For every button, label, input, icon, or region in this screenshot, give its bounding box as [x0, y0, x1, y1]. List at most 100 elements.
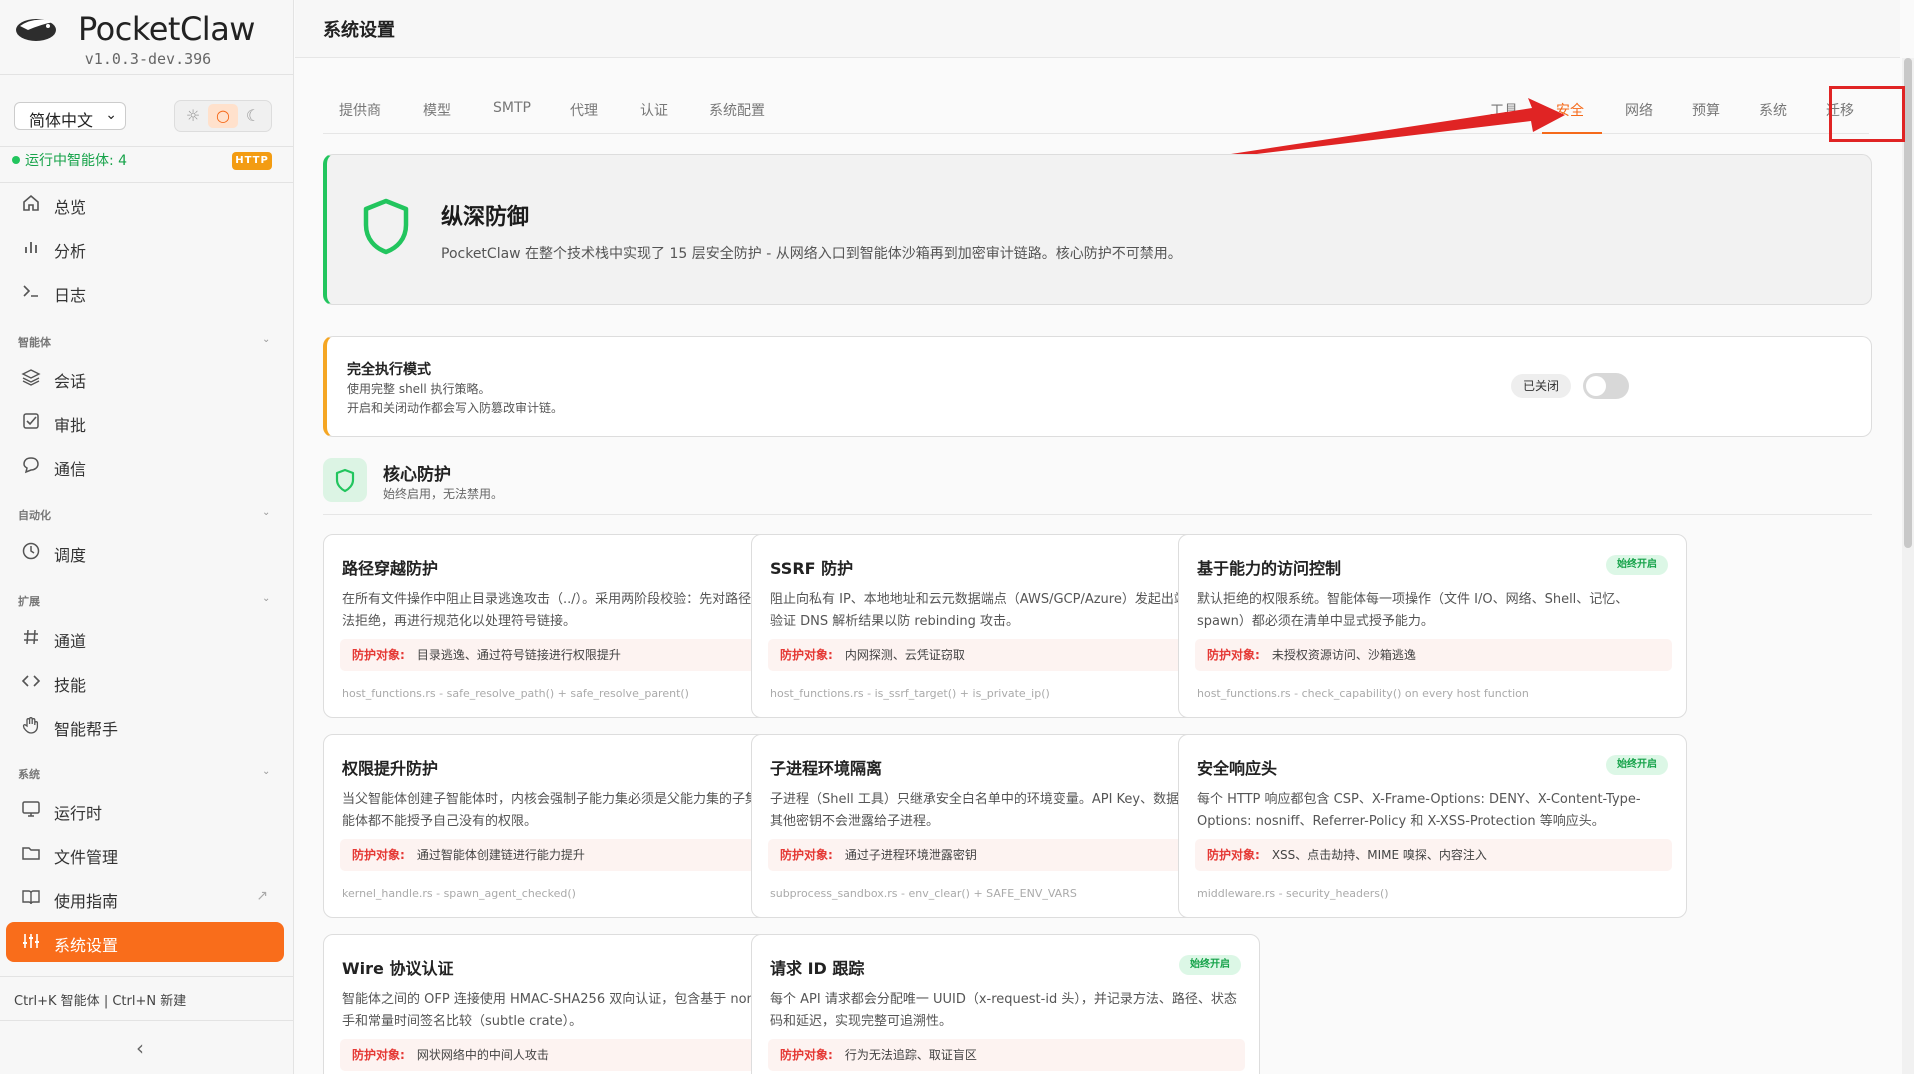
nav-item-channels[interactable]: 通道: [6, 618, 284, 658]
annotation-highlight-box: [1829, 86, 1905, 142]
card-source: subprocess_sandbox.rs - env_clear() + SA…: [770, 887, 1077, 900]
full-exec-toggle[interactable]: [1583, 373, 1629, 399]
home-icon: [20, 193, 42, 215]
shortcut-hint: Ctrl+K 智能体 | Ctrl+N 新建: [14, 994, 187, 1009]
nav-item-settings[interactable]: 系统设置: [6, 922, 284, 962]
theme-system-icon[interactable]: ○: [208, 104, 238, 128]
chevron-down-icon[interactable]: ⌄: [262, 593, 270, 604]
tab-budget[interactable]: 预算: [1692, 100, 1720, 120]
tab-auth[interactable]: 认证: [640, 100, 668, 120]
nav-item-files[interactable]: 文件管理: [6, 834, 284, 874]
bar-chart-icon: [20, 237, 42, 259]
section-title-extensions[interactable]: 扩展: [18, 593, 40, 609]
theme-light-icon[interactable]: ☼: [178, 104, 208, 128]
banner-description: PocketClaw 在整个技术栈中实现了 15 层安全防护 - 从网络入口到智…: [441, 246, 1182, 262]
chevron-down-icon[interactable]: ⌄: [262, 766, 270, 777]
card-title: 路径穿越防护: [342, 559, 439, 578]
protects-against: 防护对象: 内网探测、云凭证窃取: [768, 639, 1245, 671]
card-description: 每个 API 请求都会分配唯一 UUID（x-request-id 头），并记录…: [770, 992, 1237, 1029]
card-description: 阻止向私有 IP、本地地址和云元数据端点（AWS/GCP/Azure）发起出站请…: [770, 592, 1239, 629]
card-title: 子进程环境隔离: [770, 759, 883, 778]
protects-label: 防护对象:: [352, 848, 405, 862]
tab-providers[interactable]: 提供商: [339, 100, 381, 120]
brand[interactable]: PocketClaw v1.0.3-dev.396: [12, 8, 282, 68]
card-title: Wire 协议认证: [342, 959, 454, 978]
divider: [0, 182, 294, 183]
section-title-system[interactable]: 系统: [18, 766, 40, 782]
sidebar: PocketClaw v1.0.3-dev.396 简体中文 ⌄ ☼ ○ ☾ 运行…: [0, 0, 294, 1074]
theme-dark-icon[interactable]: ☾: [238, 104, 268, 128]
card-description: 在所有文件操作中阻止目录逃逸攻击（../）。采用两阶段校验：先对路径组件做语法拒…: [342, 592, 804, 629]
tab-proxy[interactable]: 代理: [570, 100, 598, 120]
claw-logo-icon: [16, 19, 56, 41]
tab-network[interactable]: 网络: [1625, 100, 1653, 120]
nav-item-overview[interactable]: 总览: [6, 184, 284, 224]
toggle-knob: [1586, 376, 1606, 396]
nav-item-sessions[interactable]: 会话: [6, 358, 284, 398]
book-icon: [20, 887, 42, 909]
brand-name: PocketClaw: [78, 10, 255, 48]
nav-label: 日志: [54, 286, 87, 305]
nav-label: 审批: [54, 416, 87, 435]
running-agents-label: 运行中智能体: 4: [25, 153, 128, 169]
nav-item-scheduler[interactable]: 调度: [6, 532, 284, 572]
tab-models[interactable]: 模型: [423, 100, 451, 120]
theme-switcher: ☼ ○ ☾: [174, 100, 272, 132]
card-description: 默认拒绝的权限系统。智能体每一项操作（文件 I/O、网络、Shell、记忆、sp…: [1197, 592, 1629, 629]
section-title-agents[interactable]: 智能体: [18, 334, 51, 350]
protects-label: 防护对象:: [1207, 648, 1260, 662]
chevron-down-icon: ⌄: [105, 107, 117, 123]
card-description: 智能体之间的 OFP 连接使用 HMAC-SHA256 双向认证，包含基于 no…: [342, 992, 801, 1029]
nav-item-logs[interactable]: 日志: [6, 272, 284, 312]
nav-label: 总览: [54, 198, 87, 217]
protects-value: 未授权资源访问、沙箱逃逸: [1271, 648, 1416, 662]
main-content: 系统设置 提供商 模型 SMTP 代理 认证 系统配置 工具 安全 网络 预算 …: [295, 0, 1914, 1074]
tab-security[interactable]: 安全: [1556, 100, 1584, 120]
language-select[interactable]: 简体中文 ⌄: [14, 102, 126, 130]
card-title: 权限提升防护: [342, 759, 439, 778]
full-exec-title: 完全执行模式: [347, 362, 431, 378]
nav-label: 使用指南: [54, 892, 119, 911]
tab-tools[interactable]: 工具: [1490, 100, 1518, 120]
nav-item-guide[interactable]: 使用指南 ↗: [6, 878, 284, 918]
divider: [323, 514, 1872, 515]
active-tab-indicator: [1542, 132, 1602, 134]
tab-smtp[interactable]: SMTP: [493, 100, 531, 116]
protects-value: 目录逃逸、通过符号链接进行权限提升: [416, 648, 621, 662]
code-icon: [20, 671, 42, 693]
card-source: host_functions.rs - is_ssrf_target() + i…: [770, 687, 1050, 700]
status-badge: 已关闭: [1511, 374, 1571, 398]
card-title: SSRF 防护: [770, 559, 854, 578]
protects-label: 防护对象:: [1207, 848, 1260, 862]
protects-value: 内网探测、云凭证窃取: [844, 648, 965, 662]
nav-item-skills[interactable]: 技能: [6, 662, 284, 702]
http-badge: HTTP: [232, 152, 272, 170]
nav-label: 系统设置: [54, 936, 119, 955]
scrollbar-thumb[interactable]: [1904, 58, 1912, 548]
nav-label: 调度: [54, 546, 87, 565]
nav-item-runtime[interactable]: 运行时: [6, 790, 284, 830]
status-dot-icon: [12, 156, 20, 164]
full-exec-mode-panel: 完全执行模式 使用完整 shell 执行策略。 开启和关闭动作都会写入防篡改审计…: [323, 336, 1872, 437]
nav-item-assistant[interactable]: 智能帮手: [6, 706, 284, 746]
nav-item-approvals[interactable]: 审批: [6, 402, 284, 442]
nav-item-comms[interactable]: 通信: [6, 446, 284, 486]
hash-icon: [20, 627, 42, 649]
chat-bubble-icon: [20, 455, 42, 477]
check-square-icon: [20, 411, 42, 433]
chevron-down-icon[interactable]: ⌄: [262, 334, 270, 345]
nav-label: 会话: [54, 372, 87, 391]
protects-label: 防护对象:: [780, 1048, 833, 1062]
chevron-down-icon[interactable]: ⌄: [262, 507, 270, 518]
tab-system[interactable]: 系统: [1759, 100, 1787, 120]
tab-system-config[interactable]: 系统配置: [709, 100, 765, 120]
collapse-sidebar-button[interactable]: ‹: [136, 1036, 144, 1060]
settings-tabs: 提供商 模型 SMTP 代理 认证 系统配置 工具 安全 网络 预算 系统 迁移: [323, 90, 1869, 134]
card-title: 基于能力的访问控制: [1197, 559, 1342, 578]
nav-item-analytics[interactable]: 分析: [6, 228, 284, 268]
protects-against: 防护对象: 网状网络中的中间人攻击: [340, 1039, 817, 1071]
core-section-title: 核心防护: [383, 465, 451, 485]
section-title-automation[interactable]: 自动化: [18, 507, 51, 523]
nav-label: 智能帮手: [54, 720, 119, 739]
card-description: 当父智能体创建子智能体时，内核会强制子能力集必须是父能力集的子集。任何智能体都不…: [342, 792, 811, 829]
